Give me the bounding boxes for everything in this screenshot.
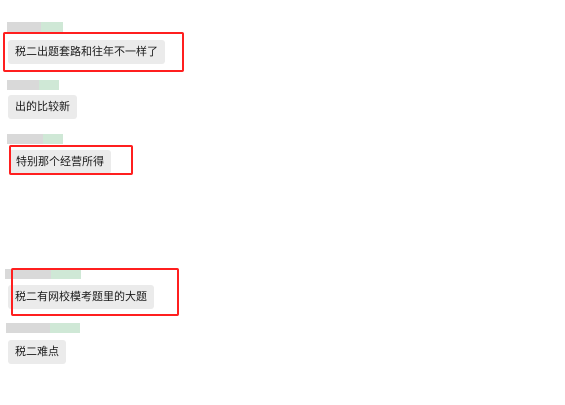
sender-name-blurred	[7, 134, 63, 144]
chat-transcript: 税二出题套路和往年不一样了 出的比较新 特别那个经营所得 税二有网校模考题里的大…	[0, 0, 565, 405]
message-text: 税二难点	[15, 345, 59, 358]
sender-name-blurred	[7, 80, 59, 90]
message-bubble[interactable]: 税二难点	[8, 340, 66, 364]
sender-name-blurred	[6, 323, 80, 333]
highlight-box	[3, 32, 184, 72]
message-text: 出的比较新	[15, 100, 70, 113]
highlight-box	[9, 145, 133, 175]
sender-name-blurred	[7, 22, 63, 32]
message-bubble[interactable]: 出的比较新	[8, 95, 77, 119]
highlight-box	[11, 268, 179, 316]
